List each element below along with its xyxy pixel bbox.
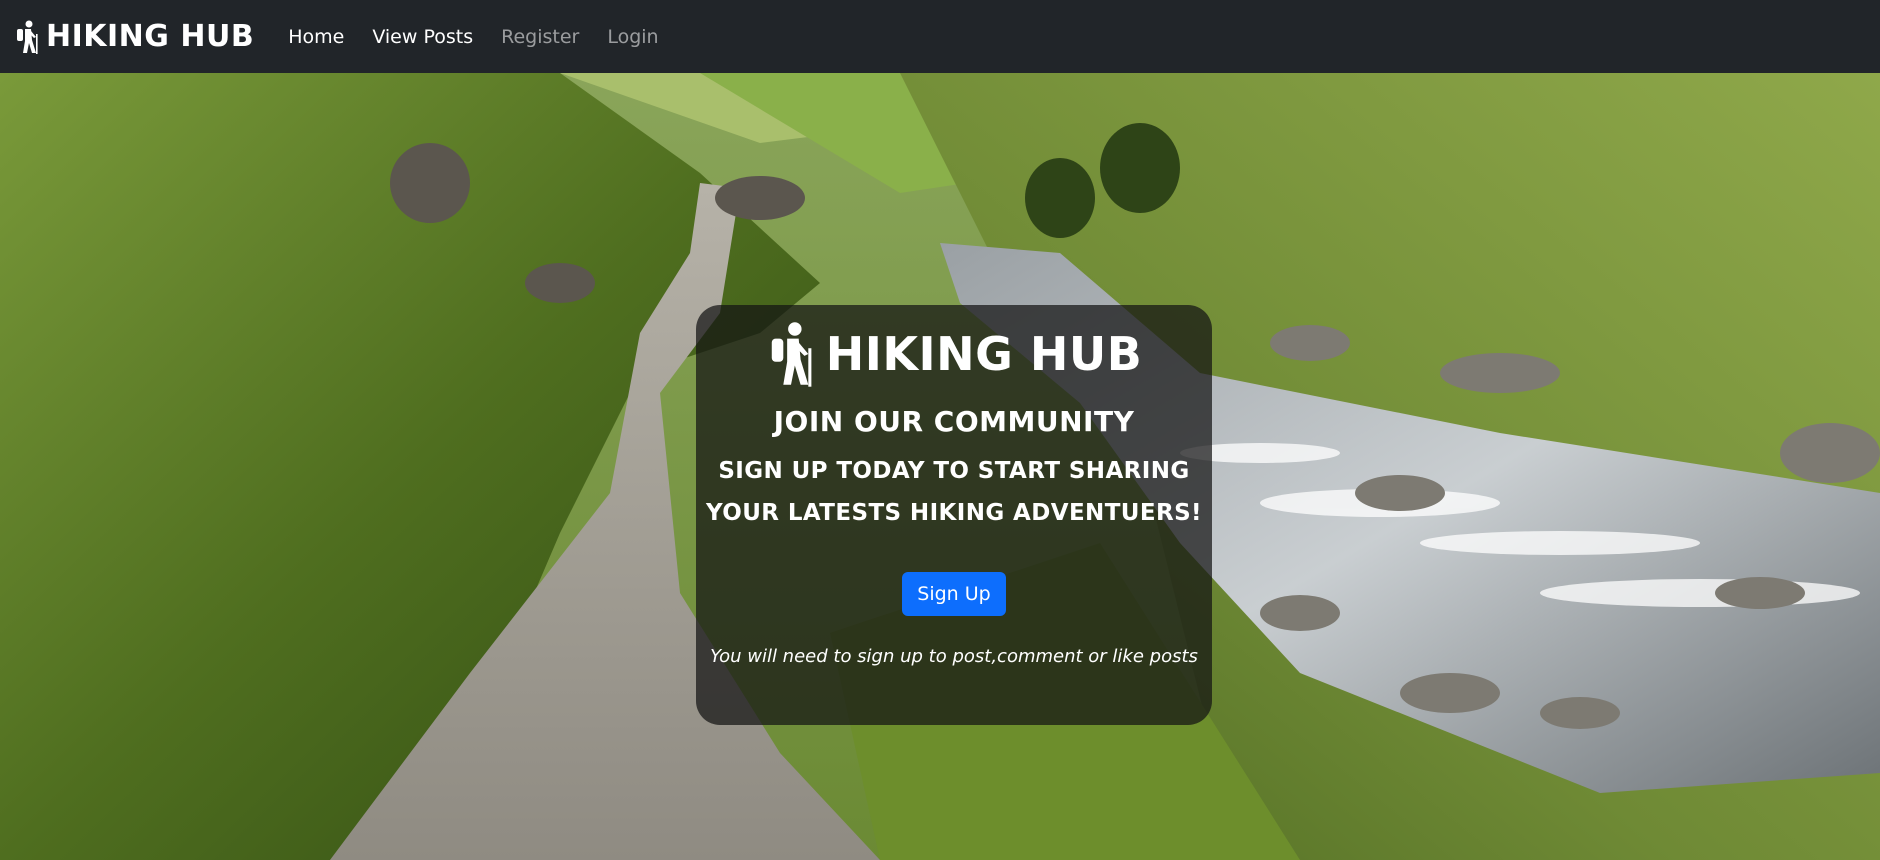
card-heading: JOIN OUR COMMUNITY bbox=[773, 405, 1135, 438]
nav-links: Home View Posts Register Login bbox=[274, 26, 672, 48]
nav-login-link[interactable]: Login bbox=[593, 26, 672, 48]
card-brand-text: HIKING HUB bbox=[825, 327, 1143, 381]
brand-text: HIKING HUB bbox=[46, 19, 255, 54]
nav-view-posts-link[interactable]: View Posts bbox=[358, 26, 487, 48]
navbar: HIKING HUB Home View Posts Register Logi… bbox=[0, 0, 1880, 73]
card-brand: HIKING HUB bbox=[766, 321, 1143, 387]
card-subheading-line2: YOUR LATESTS HIKING ADVENTUERS! bbox=[706, 500, 1202, 526]
brand-link[interactable]: HIKING HUB bbox=[14, 19, 254, 54]
signup-card: HIKING HUB JOIN OUR COMMUNITY SIGN UP TO… bbox=[696, 305, 1212, 725]
hero-section: HIKING HUB JOIN OUR COMMUNITY SIGN UP TO… bbox=[0, 73, 1880, 860]
sign-up-button[interactable]: Sign Up bbox=[902, 572, 1006, 616]
card-subheading-line1: SIGN UP TODAY TO START SHARING bbox=[718, 458, 1190, 484]
hiker-icon bbox=[17, 20, 38, 54]
nav-home-link[interactable]: Home bbox=[274, 26, 358, 48]
hiker-icon bbox=[771, 322, 812, 387]
card-subheading: SIGN UP TODAY TO START SHARING YOUR LATE… bbox=[706, 450, 1202, 534]
card-note: You will need to sign up to post,comment… bbox=[710, 646, 1198, 667]
nav-register-link[interactable]: Register bbox=[487, 26, 593, 48]
